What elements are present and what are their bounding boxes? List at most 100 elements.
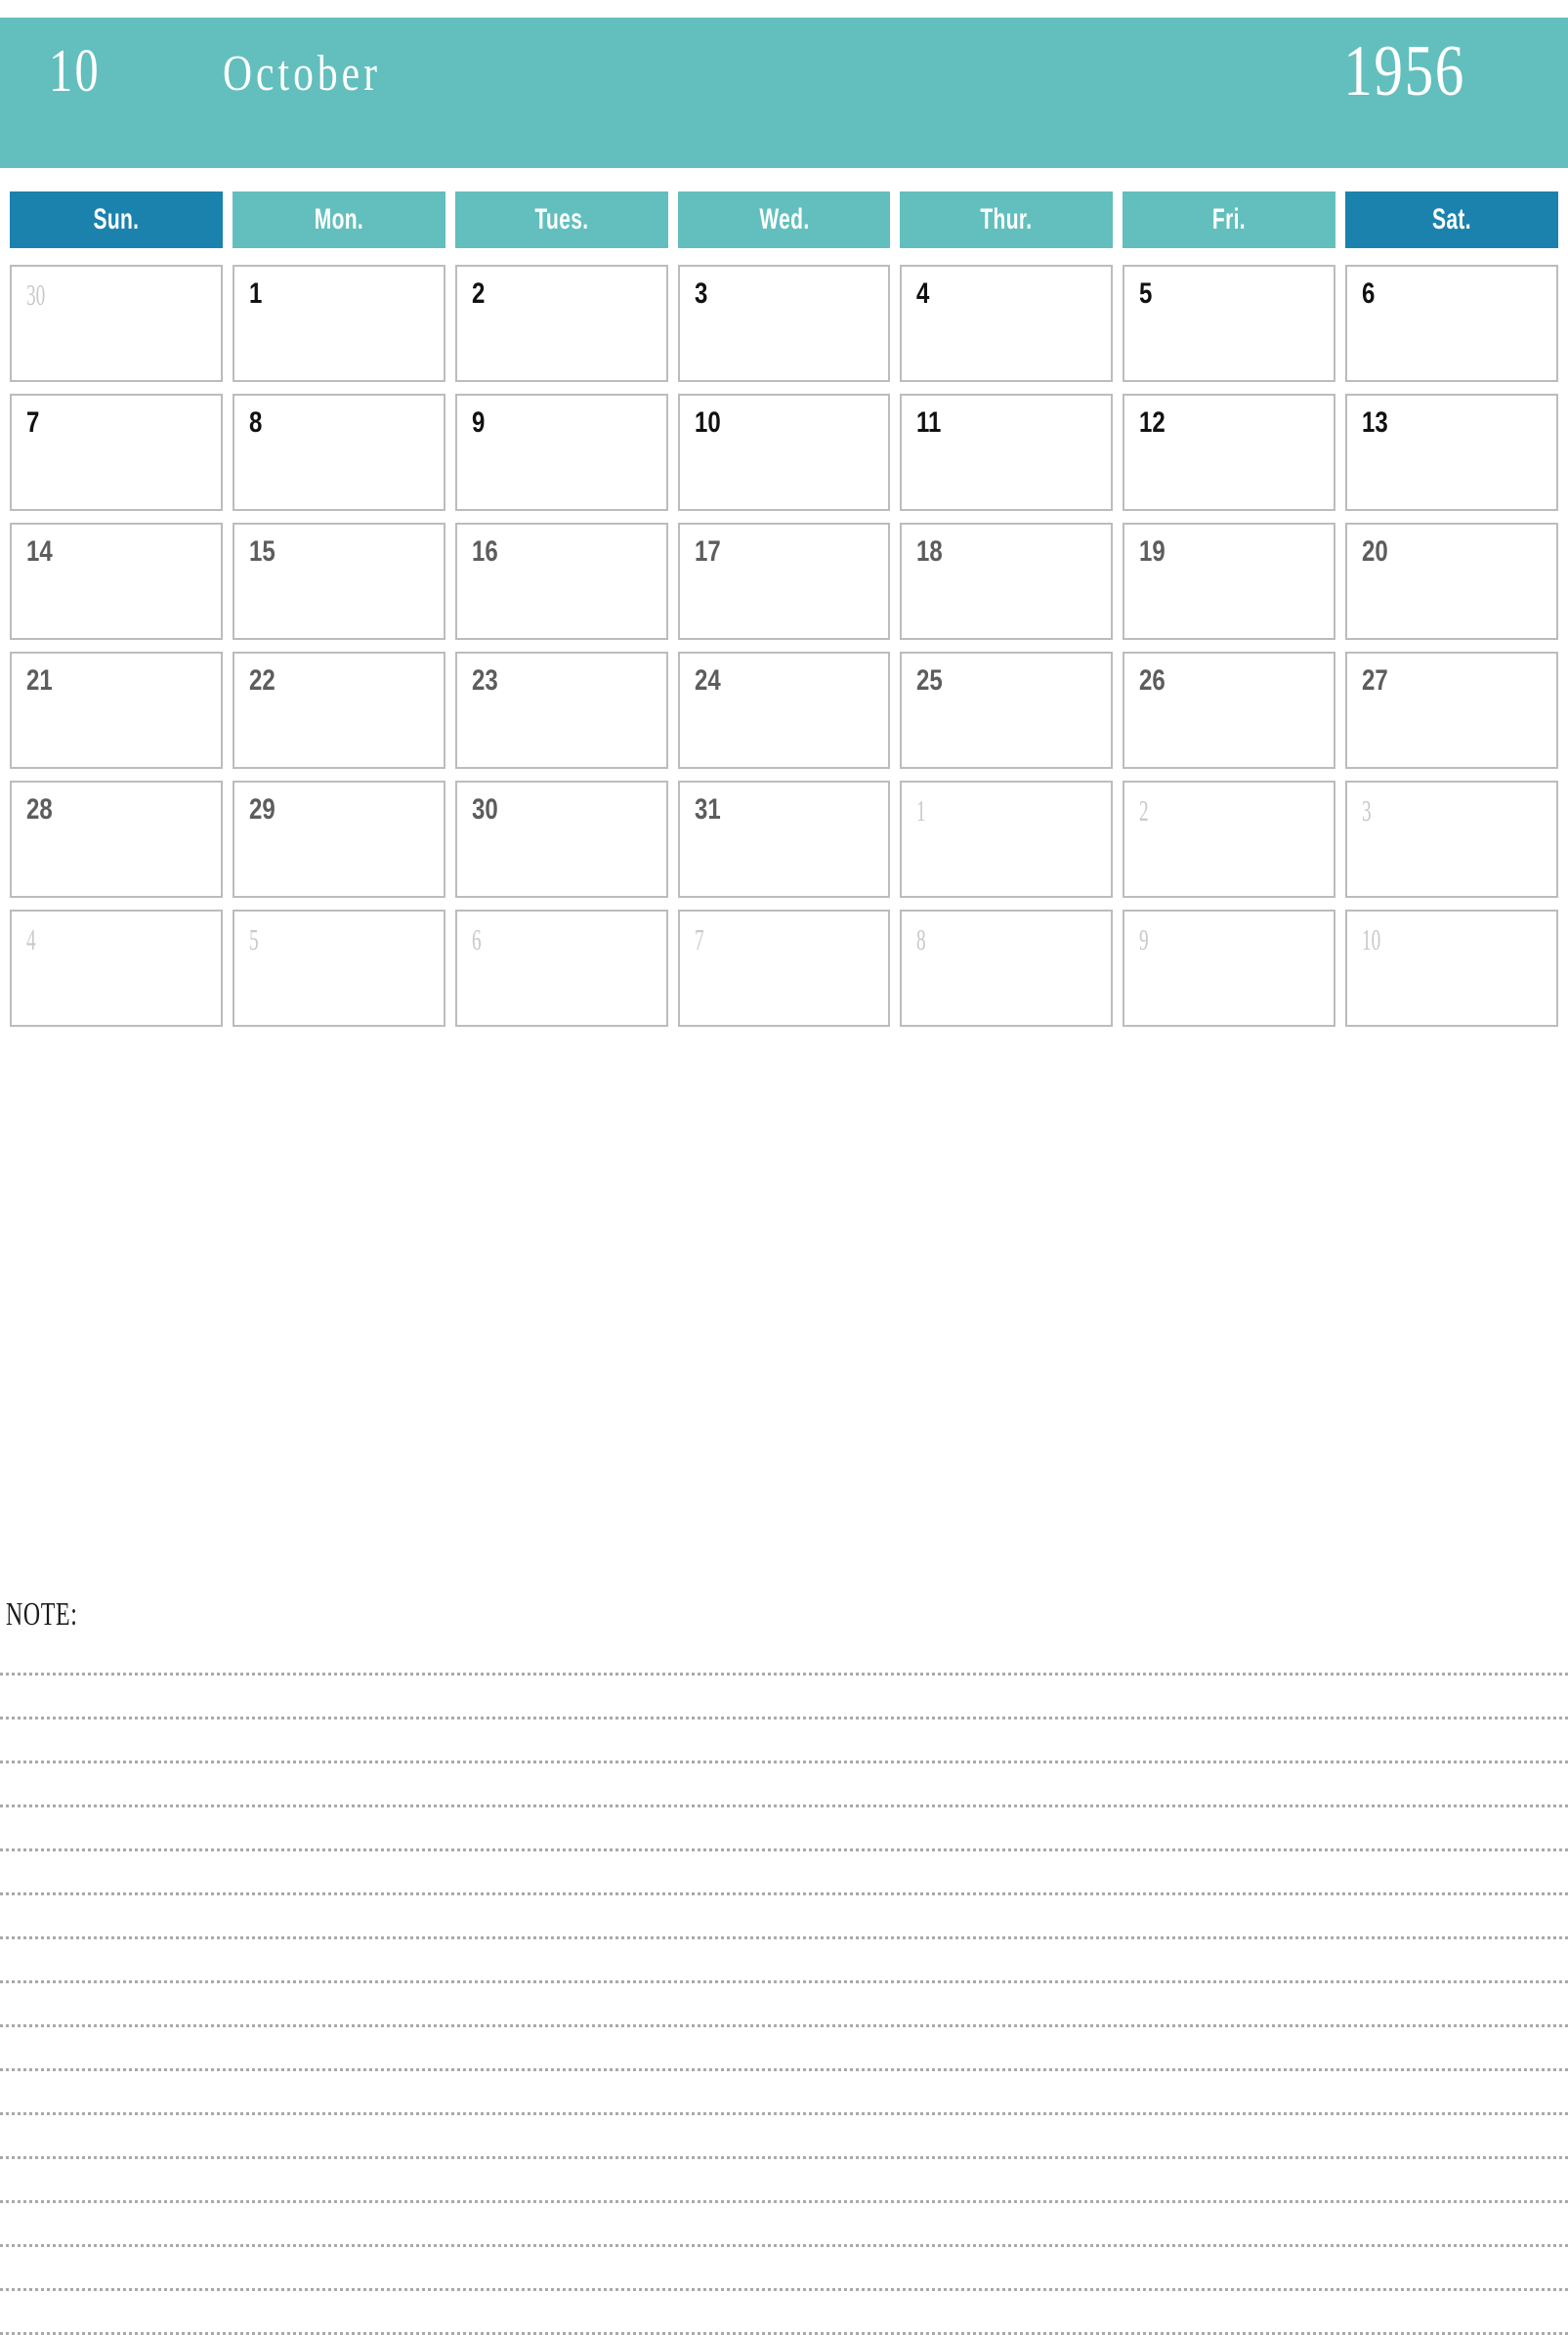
- day-cell[interactable]: 14: [10, 523, 223, 640]
- note-line[interactable]: [0, 1676, 1568, 1719]
- day-number: 21: [26, 664, 53, 697]
- day-cell[interactable]: 20: [1345, 523, 1559, 640]
- day-cell[interactable]: 28: [10, 781, 223, 898]
- day-number: 2: [471, 277, 486, 310]
- day-cell[interactable]: 30: [454, 781, 668, 898]
- day-cell[interactable]: 4: [900, 265, 1114, 382]
- note-line[interactable]: [0, 2115, 1568, 2159]
- weekday-label: Tues.: [534, 203, 589, 235]
- day-cell[interactable]: 21: [10, 652, 223, 769]
- weeks-container: 30 1 2 3 4 5 6 7 8 9 10 11 12 13 14 15 16 17 18 19 20 21 22 23 2…: [10, 265, 1559, 1027]
- day-cell[interactable]: 12: [1123, 394, 1336, 511]
- week-row: 7 8 9 10 11 12 13: [10, 394, 1559, 511]
- weekday-header-fri: Fri.: [1123, 191, 1336, 248]
- day-number: 17: [694, 535, 721, 568]
- weekday-header-sat: Sat.: [1345, 191, 1559, 248]
- note-line[interactable]: [0, 2027, 1568, 2071]
- note-line[interactable]: [0, 2291, 1568, 2335]
- day-number: 4: [26, 922, 36, 956]
- day-cell[interactable]: 7: [677, 910, 891, 1027]
- note-lines[interactable]: [0, 1632, 1568, 2335]
- day-number: 4: [916, 277, 930, 310]
- day-cell[interactable]: 6: [1345, 265, 1559, 382]
- year-label: 1956: [1343, 31, 1465, 111]
- day-number: 3: [694, 277, 707, 310]
- day-cell[interactable]: 2: [454, 265, 668, 382]
- day-number: 5: [1139, 277, 1153, 310]
- note-line[interactable]: [0, 1807, 1568, 1851]
- day-cell[interactable]: 29: [232, 781, 445, 898]
- note-label: NOTE:: [6, 1596, 78, 1633]
- day-cell[interactable]: 25: [900, 652, 1114, 769]
- day-number: 20: [1362, 535, 1388, 568]
- day-number: 28: [26, 793, 53, 826]
- note-line[interactable]: [0, 2071, 1568, 2115]
- day-cell[interactable]: 26: [1123, 652, 1336, 769]
- day-number: 2: [1139, 793, 1149, 828]
- day-cell[interactable]: 23: [454, 652, 668, 769]
- weekday-header-row: Sun. Mon. Tues. Wed. Thur. Fri. Sat.: [10, 191, 1559, 248]
- day-number: 8: [248, 406, 263, 439]
- weekday-header-wed: Wed.: [677, 191, 891, 248]
- note-line[interactable]: [0, 1632, 1568, 1676]
- day-number: 16: [471, 535, 498, 568]
- day-cell[interactable]: 3: [677, 265, 891, 382]
- day-number: 23: [471, 664, 498, 697]
- day-number: 8: [916, 922, 927, 956]
- day-cell[interactable]: 27: [1345, 652, 1559, 769]
- day-cell[interactable]: 1: [232, 265, 445, 382]
- day-number: 9: [471, 406, 486, 439]
- day-cell[interactable]: 10: [677, 394, 891, 511]
- day-cell[interactable]: 30: [10, 265, 223, 382]
- note-line[interactable]: [0, 2203, 1568, 2247]
- day-cell[interactable]: 15: [232, 523, 445, 640]
- week-row: 14 15 16 17 18 19 20: [10, 523, 1559, 640]
- day-number: 1: [916, 793, 927, 828]
- weekday-label: Sat.: [1432, 203, 1472, 235]
- month-number: 10: [49, 38, 102, 105]
- note-line[interactable]: [0, 1895, 1568, 1939]
- day-cell[interactable]: 22: [232, 652, 445, 769]
- note-line[interactable]: [0, 1719, 1568, 1763]
- day-cell[interactable]: 11: [900, 394, 1114, 511]
- note-line[interactable]: [0, 1763, 1568, 1807]
- day-cell[interactable]: 8: [232, 394, 445, 511]
- day-cell[interactable]: 31: [677, 781, 891, 898]
- day-number: 14: [26, 535, 53, 568]
- day-cell[interactable]: 10: [1345, 910, 1559, 1027]
- day-cell[interactable]: 8: [900, 910, 1114, 1027]
- weekday-label: Sun.: [93, 203, 140, 235]
- day-number: 10: [694, 406, 721, 439]
- day-cell[interactable]: 6: [454, 910, 668, 1027]
- day-number: 10: [1362, 922, 1381, 956]
- day-cell[interactable]: 16: [454, 523, 668, 640]
- day-cell[interactable]: 5: [232, 910, 445, 1027]
- day-cell[interactable]: 13: [1345, 394, 1559, 511]
- day-number: 25: [916, 664, 944, 697]
- month-name: October: [223, 46, 381, 102]
- day-number: 30: [26, 277, 46, 312]
- day-cell[interactable]: 9: [1123, 910, 1336, 1027]
- note-line[interactable]: [0, 2159, 1568, 2203]
- day-cell[interactable]: 1: [900, 781, 1114, 898]
- note-line[interactable]: [0, 1939, 1568, 1983]
- day-cell[interactable]: 2: [1123, 781, 1336, 898]
- day-cell[interactable]: 17: [677, 523, 891, 640]
- note-line[interactable]: [0, 1983, 1568, 2027]
- day-cell[interactable]: 9: [454, 394, 668, 511]
- calendar-grid: Sun. Mon. Tues. Wed. Thur. Fri. Sat. 30 1 2 3 4 5 6 7…: [10, 191, 1559, 1039]
- day-cell[interactable]: 5: [1123, 265, 1336, 382]
- day-cell[interactable]: 4: [10, 910, 223, 1027]
- weekday-label: Mon.: [314, 203, 363, 235]
- day-cell[interactable]: 24: [677, 652, 891, 769]
- day-number: 29: [248, 793, 275, 826]
- weekday-label: Fri.: [1212, 203, 1247, 235]
- day-number: 6: [1362, 277, 1376, 310]
- day-cell[interactable]: 7: [10, 394, 223, 511]
- note-line[interactable]: [0, 1851, 1568, 1895]
- day-number: 19: [1139, 535, 1165, 568]
- day-cell[interactable]: 3: [1345, 781, 1559, 898]
- day-number: 24: [694, 664, 721, 697]
- day-cell[interactable]: 19: [1123, 523, 1336, 640]
- day-cell[interactable]: 18: [900, 523, 1114, 640]
